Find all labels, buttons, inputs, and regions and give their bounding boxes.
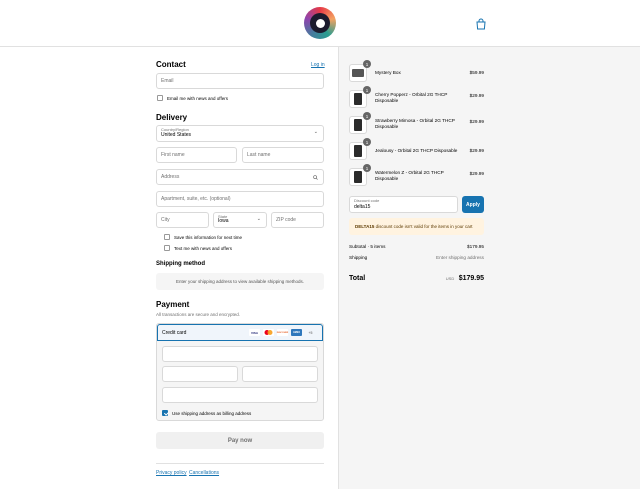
discount-error-message: DELTA15 discount code isn't valid for th…: [349, 218, 484, 235]
item-price: $29.99: [469, 93, 484, 98]
list-item: 1 Watermelon Z - Orbital 2G THCP Disposa…: [349, 164, 486, 186]
shipping-method-message: Enter your shipping address to view avai…: [156, 273, 324, 290]
quantity-badge: 1: [363, 60, 371, 68]
item-name: Mystery Box: [375, 70, 401, 75]
item-name: Watermelon Z - Orbital 2G THCP Disposabl…: [375, 170, 444, 182]
delivery-title: Delivery: [156, 113, 188, 122]
contact-title: Contact: [156, 60, 186, 69]
card-name-input[interactable]: [162, 387, 318, 403]
apartment-input[interactable]: Apartment, suite, etc. (optional): [156, 191, 324, 207]
item-price: $29.99: [469, 171, 484, 176]
state-select[interactable]: State Iowa ⌄: [213, 212, 267, 228]
newsletter-checkbox[interactable]: Email me with news and offers: [157, 95, 228, 101]
pay-now-button[interactable]: Pay now: [156, 432, 324, 449]
quantity-badge: 1: [363, 138, 371, 146]
chevron-down-icon: ⌄: [313, 129, 318, 135]
card-cvv-input[interactable]: [242, 366, 318, 382]
card-expiry-input[interactable]: [162, 366, 238, 382]
visa-icon: VISA: [249, 329, 260, 336]
mastercard-icon: MC: [263, 329, 274, 336]
credit-card-option[interactable]: Credit card VISA MC DISCOVER AMEX +5: [157, 324, 323, 341]
billing-address-checkbox[interactable]: Use shipping address as billing address: [162, 410, 251, 416]
first-name-input[interactable]: First name: [156, 147, 237, 163]
payment-title: Payment: [156, 300, 190, 309]
list-item: 1 Cherry Popperz - Orbital 2G THCP Dispo…: [349, 86, 486, 108]
shopping-bag-icon[interactable]: [475, 18, 487, 30]
list-item: 1 Strawberry Mimosa - Orbital 2G THCP Di…: [349, 112, 486, 134]
privacy-policy-link[interactable]: Privacy policy: [156, 470, 187, 476]
total-row: Total USD $179.95: [349, 267, 484, 285]
site-header: [0, 0, 640, 47]
shipping-row: Shipping Enter shipping address: [349, 255, 484, 260]
city-input[interactable]: City: [156, 212, 209, 228]
item-name: Strawberry Mimosa - Orbital 2G THCP Disp…: [375, 118, 455, 130]
shipping-method-title: Shipping method: [156, 261, 205, 267]
discover-icon: DISCOVER: [277, 329, 288, 336]
amex-icon: AMEX: [291, 329, 302, 336]
text-me-checkbox[interactable]: Text me with news and offers: [164, 245, 232, 251]
more-cards-badge: +5: [308, 330, 313, 335]
item-price: $29.99: [469, 119, 484, 124]
quantity-badge: 1: [363, 112, 371, 120]
total-label: Total: [349, 275, 366, 282]
footer-divider: [156, 463, 324, 464]
currency-code: USD: [445, 276, 455, 281]
list-item: 1 Mystery Box $59.99: [349, 60, 486, 82]
search-icon: [313, 175, 318, 180]
apply-discount-button[interactable]: Apply: [462, 196, 484, 213]
credit-card-panel: Credit card VISA MC DISCOVER AMEX +5 Use…: [156, 323, 324, 421]
email-input[interactable]: Email: [156, 73, 324, 89]
quantity-badge: 1: [363, 86, 371, 94]
last-name-input[interactable]: Last name: [242, 147, 324, 163]
list-item: 1 Jealousy - Orbital 2G THCP Disposable …: [349, 138, 486, 160]
cancellations-link[interactable]: Cancellations: [189, 470, 219, 476]
item-price: $29.99: [469, 148, 484, 153]
item-price: $59.99: [469, 70, 484, 75]
zip-input[interactable]: ZIP code: [271, 212, 324, 228]
quantity-badge: 1: [363, 164, 371, 172]
card-number-input[interactable]: [162, 346, 318, 362]
chevron-down-icon: ⌄: [256, 216, 261, 222]
country-select[interactable]: Country/Region United States ⌄: [156, 125, 324, 142]
store-logo-icon[interactable]: [304, 7, 336, 39]
item-name: Cherry Popperz - Orbital 2G THCP Disposa…: [375, 92, 448, 104]
subtotal-row: Subtotal · 5 items $179.95: [349, 244, 484, 249]
address-input[interactable]: Address: [156, 169, 324, 185]
payment-subtitle: All transactions are secure and encrypte…: [156, 312, 241, 317]
total-value: $179.95: [458, 275, 484, 282]
card-logos: VISA MC DISCOVER AMEX +5: [249, 329, 316, 336]
login-link[interactable]: Log in: [311, 62, 325, 68]
item-name: Jealousy - Orbital 2G THCP Disposable: [375, 148, 458, 153]
discount-code-input[interactable]: Discount code delta15: [349, 196, 458, 213]
save-info-checkbox[interactable]: Save this information for next time: [164, 234, 242, 240]
